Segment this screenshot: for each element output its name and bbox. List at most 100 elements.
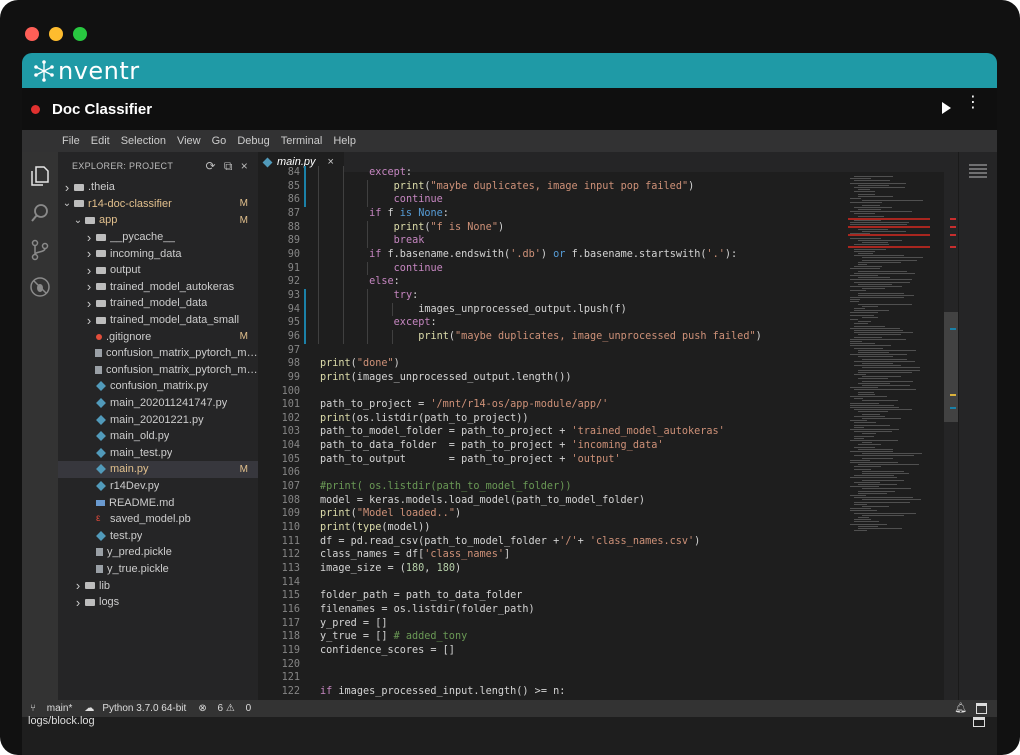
folder-item[interactable]: › incoming_data (58, 245, 258, 262)
code-line[interactable]: 101 path_to_project = '/mnt/r14-os/app-mo… (258, 398, 848, 412)
chevron-down-icon[interactable]: ⌄ (62, 198, 72, 209)
minimize-window-button[interactable] (49, 27, 63, 41)
code-line[interactable]: 91 continue (258, 261, 848, 276)
code-line[interactable]: 94 images_unprocessed_output.lpush(f) (258, 302, 848, 317)
code-line[interactable]: 103 path_to_model_folder = path_to_projec… (258, 425, 848, 439)
more-options-icon[interactable]: ⋮ (965, 94, 981, 110)
code-line[interactable]: 108 model = keras.models.load_model(path_… (258, 494, 848, 508)
code-line[interactable]: 99 print(images_unprocessed_output.length… (258, 371, 848, 385)
menu-terminal[interactable]: Terminal (281, 135, 323, 147)
code-line[interactable]: 111 df = pd.read_csv(path_to_model_folder… (258, 535, 848, 549)
code-line[interactable]: 122 if images_processed_input.length() >=… (258, 685, 848, 699)
chevron-right-icon[interactable]: › (84, 263, 94, 278)
chevron-right-icon[interactable]: › (84, 279, 94, 294)
code-line[interactable]: 98 print("done") (258, 357, 848, 371)
code-line[interactable]: 90 if f.basename.endswith('.db') or f.bas… (258, 247, 848, 262)
menu-selection[interactable]: Selection (121, 135, 166, 147)
chevron-right-icon[interactable]: › (73, 595, 83, 610)
menu-help[interactable]: Help (333, 135, 356, 147)
code-line[interactable]: 92 else: (258, 275, 848, 289)
code-line[interactable]: 104 path_to_data_folder = path_to_project… (258, 439, 848, 453)
code-line[interactable]: 97 (258, 344, 848, 358)
debug-icon[interactable] (28, 275, 52, 299)
chevron-down-icon[interactable]: ⌄ (73, 215, 83, 226)
code-line[interactable]: 93 try: (258, 288, 848, 303)
file-item[interactable]: main_202011241747.py (58, 395, 258, 412)
file-item[interactable]: test.py (58, 527, 258, 544)
menu-debug[interactable]: Debug (237, 135, 269, 147)
close-window-button[interactable] (25, 27, 39, 41)
folder-item[interactable]: › trained_model_data_small (58, 312, 258, 329)
folder-item[interactable]: ⌄ app M (58, 212, 258, 229)
code-line[interactable]: 109 print("Model loaded..") (258, 507, 848, 521)
chevron-right-icon[interactable]: › (84, 296, 94, 311)
branch-status[interactable]: ⑂ main* (30, 703, 72, 714)
code-line[interactable]: 119 confidence_scores = [] (258, 644, 848, 658)
file-item[interactable]: main.py M (58, 461, 258, 478)
code-line[interactable]: 121 (258, 671, 848, 685)
menu-view[interactable]: View (177, 135, 201, 147)
chevron-right-icon[interactable]: › (84, 313, 94, 328)
chevron-right-icon[interactable]: › (84, 246, 94, 261)
folder-item[interactable]: › trained_model_data (58, 295, 258, 312)
code-line[interactable]: 112 class_names = df['class_names'] (258, 548, 848, 562)
code-line[interactable]: 95 except: (258, 316, 848, 330)
folder-item[interactable]: ⌄ r14-doc-classifier M (58, 196, 258, 213)
code-line[interactable]: 116 filenames = os.listdir(folder_path) (258, 603, 848, 617)
code-line[interactable]: 96 print("maybe duplicates, image_unproce… (258, 329, 848, 344)
code-line[interactable]: 113 image_size = (180, 180) (258, 562, 848, 576)
code-line[interactable]: 110 print(type(model)) (258, 521, 848, 535)
code-line[interactable]: 87 if f is None: (258, 206, 848, 221)
problems-status[interactable]: ⊗ 6 ⚠ 0 (198, 703, 251, 714)
code-line[interactable]: 107 #print( os.listdir(path_to_model_fold… (258, 480, 848, 494)
code-line[interactable]: 100 (258, 385, 848, 399)
file-item[interactable]: y_true.pickle (58, 561, 258, 578)
file-item[interactable]: ε saved_model.pb (58, 511, 258, 528)
menu-go[interactable]: Go (212, 135, 227, 147)
minimap[interactable] (848, 172, 944, 700)
menu-file[interactable]: File (62, 135, 80, 147)
file-item[interactable]: confusion_matrix_pytorch_mod... (58, 345, 258, 362)
close-icon[interactable]: × (241, 159, 248, 174)
code-line[interactable]: 85 print("maybe duplicates, image input p… (258, 179, 848, 194)
folder-item[interactable]: › output (58, 262, 258, 279)
refresh-icon[interactable]: ⟳ (205, 159, 215, 174)
code-line[interactable]: 88 print("f is None") (258, 220, 848, 235)
code-line[interactable]: 117 y_pred = [] (258, 617, 848, 631)
file-item[interactable]: README.md (58, 494, 258, 511)
maximize-window-button[interactable] (73, 27, 87, 41)
folder-item[interactable]: › trained_model_autokeras (58, 279, 258, 296)
chevron-right-icon[interactable]: › (73, 578, 83, 593)
code-line[interactable]: 105 path_to_output = path_to_project + 'o… (258, 453, 848, 467)
folder-item[interactable]: › .theia (58, 179, 258, 196)
file-item[interactable]: confusion_matrix_pytorch_mod... (58, 362, 258, 379)
code-line[interactable]: 106 (258, 466, 848, 480)
file-item[interactable]: main_old.py (58, 428, 258, 445)
panel-maximize-icon[interactable] (973, 717, 985, 727)
code-editor[interactable]: 84 except: 85 print("maybe duplicates, imag… (258, 166, 848, 700)
menu-edit[interactable]: Edit (91, 135, 110, 147)
folder-item[interactable]: › __pycache__ (58, 229, 258, 246)
file-item[interactable]: r14Dev.py (58, 478, 258, 495)
chevron-right-icon[interactable]: › (62, 180, 72, 195)
explorer-icon[interactable] (28, 164, 52, 188)
file-item[interactable]: y_pred.pickle (58, 544, 258, 561)
sync-icon[interactable]: ☁ (84, 703, 94, 714)
file-item[interactable]: .gitignore M (58, 328, 258, 345)
panel-title[interactable]: logs/block.log (28, 715, 95, 727)
file-item[interactable]: main_20201221.py (58, 411, 258, 428)
source-control-icon[interactable] (28, 238, 52, 262)
chevron-right-icon[interactable]: › (84, 230, 94, 245)
search-icon[interactable] (28, 201, 52, 225)
outline-icon[interactable] (969, 164, 987, 178)
file-item[interactable]: confusion_matrix.py (58, 378, 258, 395)
code-line[interactable]: 89 break (258, 234, 848, 248)
code-line[interactable]: 118 y_true = [] # added_tony (258, 630, 848, 644)
code-line[interactable]: 115 folder_path = path_to_data_folder (258, 589, 848, 603)
panel-toggle-icon[interactable] (976, 703, 987, 714)
code-line[interactable]: 84 except: (258, 166, 848, 180)
python-interpreter[interactable]: Python 3.7.0 64-bit (102, 703, 186, 714)
run-button[interactable] (942, 102, 951, 114)
code-line[interactable]: 114 (258, 576, 848, 590)
code-line[interactable]: 86 continue (258, 193, 848, 207)
